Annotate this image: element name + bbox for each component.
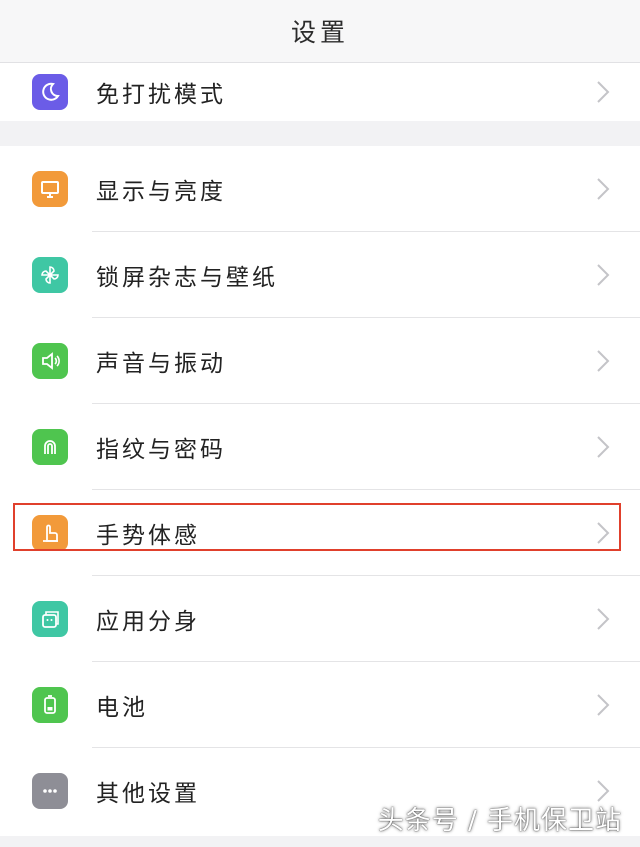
settings-item-lockscreen-wallpaper[interactable]: 锁屏杂志与壁纸: [0, 232, 640, 318]
chevron-right-icon: [597, 522, 610, 544]
monitor-icon: [32, 171, 68, 207]
settings-item-label: 声音与振动: [96, 351, 226, 377]
settings-item-gesture-motion[interactable]: 手势体感: [0, 490, 640, 576]
settings-item-battery[interactable]: 电池: [0, 662, 640, 748]
settings-item-display-brightness[interactable]: 显示与亮度: [0, 146, 640, 232]
fingerprint-icon: [32, 429, 68, 465]
more-icon: [32, 773, 68, 809]
moon-icon: [32, 74, 68, 110]
settings-item-label: 其他设置: [96, 781, 200, 807]
settings-item-label: 手势体感: [96, 523, 200, 549]
chevron-right-icon: [597, 81, 610, 103]
page-title: 设置: [290, 18, 349, 47]
speaker-icon: [32, 343, 68, 379]
chevron-right-icon: [597, 350, 610, 372]
chevron-right-icon: [597, 694, 610, 716]
settings-item-label: 指纹与密码: [96, 437, 226, 463]
settings-item-label: 应用分身: [96, 609, 200, 635]
pinwheel-icon: [32, 257, 68, 293]
settings-item-sound-vibration[interactable]: 声音与振动: [0, 318, 640, 404]
battery-icon: [32, 687, 68, 723]
settings-group-top: 免打扰模式: [0, 63, 640, 121]
watermark: 头条号 / 手机保卫站: [377, 806, 622, 836]
settings-item-label: 显示与亮度: [96, 179, 226, 205]
app-clone-icon: [32, 601, 68, 637]
settings-item-label: 电池: [96, 695, 148, 721]
settings-item-do-not-disturb[interactable]: 免打扰模式: [0, 63, 640, 121]
settings-group-main: 显示与亮度 锁屏杂志与壁纸 声音与振动 指纹与密码 手势体感 应用分身 电池 其…: [0, 146, 640, 836]
gesture-hand-icon: [32, 515, 68, 551]
chevron-right-icon: [597, 436, 610, 458]
settings-item-app-clone[interactable]: 应用分身: [0, 576, 640, 662]
chevron-right-icon: [597, 178, 610, 200]
settings-item-fingerprint-password[interactable]: 指纹与密码: [0, 404, 640, 490]
settings-item-label: 免打扰模式: [96, 82, 226, 108]
chevron-right-icon: [597, 608, 610, 630]
chevron-right-icon: [597, 264, 610, 286]
settings-item-label: 锁屏杂志与壁纸: [96, 265, 278, 291]
header-bar: 设置: [0, 0, 640, 63]
